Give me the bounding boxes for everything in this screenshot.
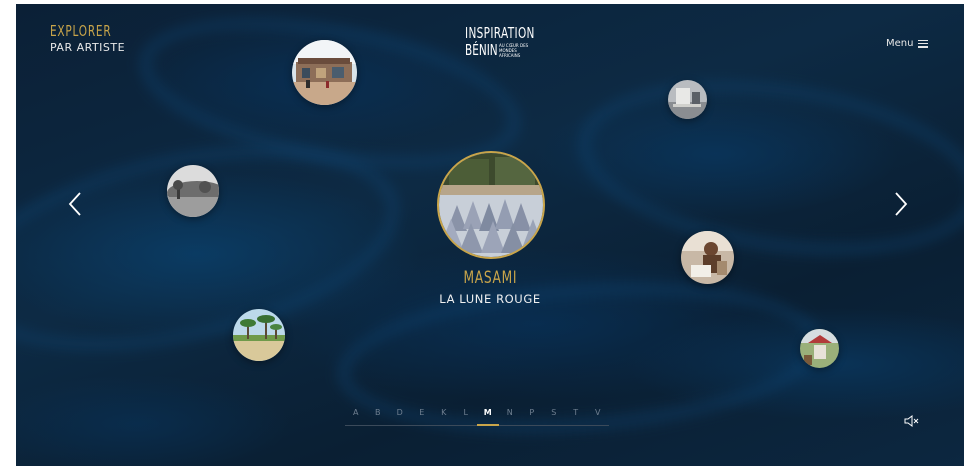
landscape-bw-photo: [167, 165, 219, 217]
chevron-right-icon: [895, 192, 908, 216]
featured-artwork-image: [439, 153, 543, 257]
alphabet-letter-b[interactable]: B: [367, 408, 389, 426]
alphabet-letter-s[interactable]: S: [543, 408, 565, 426]
featured-artist-name[interactable]: MASAMI: [390, 268, 590, 288]
alphabet-letter-p[interactable]: P: [521, 408, 543, 426]
logo-tagline: AU CŒUR DES MONDES AFRICAINS: [499, 43, 529, 58]
alphabet-letter-a[interactable]: A: [345, 408, 367, 426]
chevron-left-icon: [68, 192, 81, 216]
featured-artwork-photo[interactable]: [437, 151, 545, 259]
background-swirl: [566, 56, 964, 280]
alphabet-letter-m[interactable]: M: [477, 408, 499, 426]
menu-button[interactable]: Menu: [886, 38, 929, 49]
artist-bubble-portrait[interactable]: [681, 231, 734, 284]
artist-bubble-landscape-bw[interactable]: [167, 165, 219, 217]
next-artist-button[interactable]: [888, 189, 912, 219]
inspiration-benin-logo[interactable]: INSPIRATION BÉNIN AU CŒUR DES MONDES AFR…: [465, 24, 535, 62]
alphabet-letter-l[interactable]: L: [455, 408, 477, 426]
market-photo: [292, 40, 357, 105]
previous-artist-button[interactable]: [64, 189, 88, 219]
speaker-muted-icon: [904, 415, 919, 427]
portrait-photo: [681, 231, 734, 284]
beach-photo: [233, 309, 285, 361]
hamburger-icon: [918, 39, 929, 48]
artist-bubble-market[interactable]: [292, 40, 357, 105]
alphabet-filter: ABDEKLMNPSTV: [345, 408, 609, 426]
menu-label: Menu: [886, 38, 914, 49]
artist-bubble-beach[interactable]: [233, 309, 285, 361]
featured-work-title[interactable]: LA LUNE ROUGE: [390, 292, 590, 306]
alphabet-letter-d[interactable]: D: [389, 408, 411, 426]
alphabet-letter-v[interactable]: V: [587, 408, 609, 426]
explorer-by-artist-heading[interactable]: EXPLORER PAR ARTISTE: [50, 22, 129, 54]
artist-bubble-market-stall[interactable]: [800, 329, 839, 368]
alphabet-letter-e[interactable]: E: [411, 408, 433, 426]
sound-toggle-button[interactable]: [903, 413, 919, 427]
logo-line-2: BÉNIN: [465, 41, 498, 59]
logo-line-1: INSPIRATION: [465, 24, 535, 42]
artist-bubble-room[interactable]: [668, 80, 707, 119]
explorer-subtitle: PAR ARTISTE: [50, 41, 126, 54]
explorer-stage: EXPLORER PAR ARTISTE INSPIRATION BÉNIN A…: [16, 4, 964, 466]
alphabet-letter-n[interactable]: N: [499, 408, 521, 426]
explorer-title: EXPLORER: [50, 22, 112, 40]
room-photo: [668, 80, 707, 119]
market-stall-photo: [800, 329, 839, 368]
alphabet-letter-k[interactable]: K: [433, 408, 455, 426]
alphabet-letter-t[interactable]: T: [565, 408, 587, 426]
